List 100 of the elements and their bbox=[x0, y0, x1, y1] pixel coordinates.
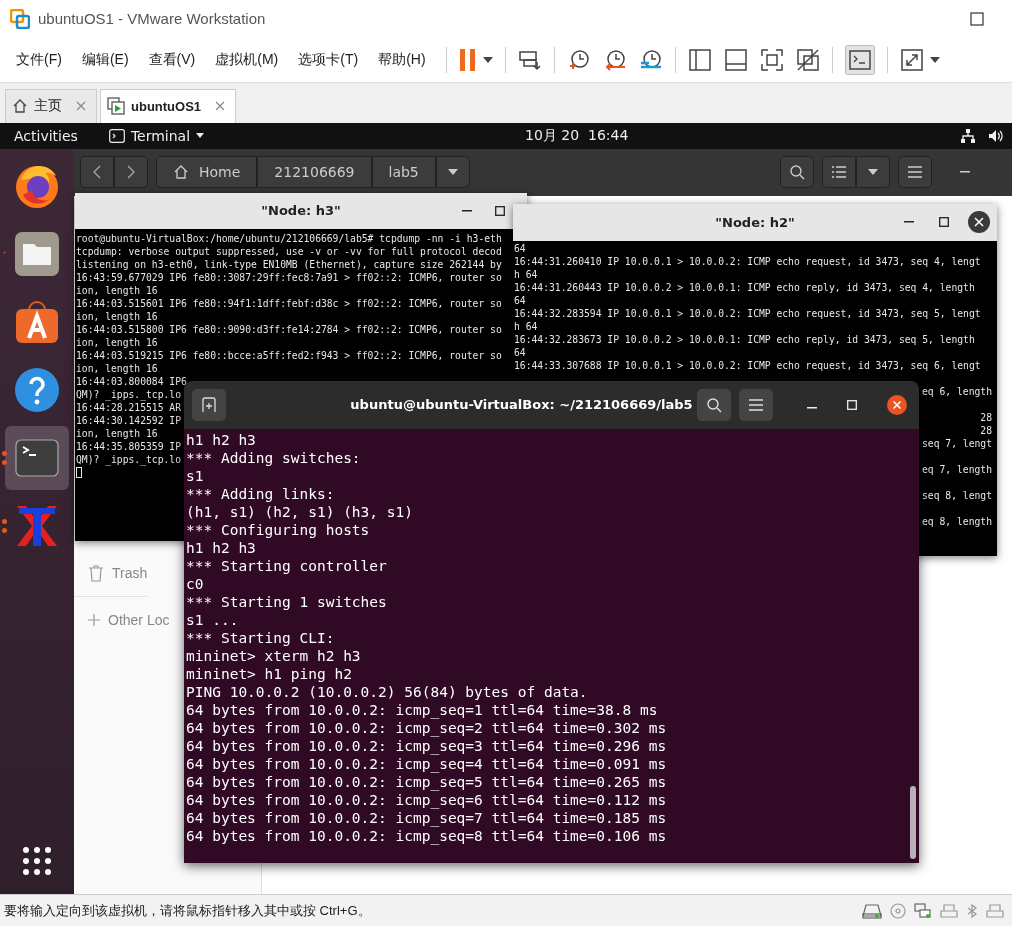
terminal-line: 64 bytes from 10.0.0.2: icmp_seq=3 ttl=64 time=0.296 ms bbox=[186, 737, 667, 755]
terminal-line: eq 6, length bbox=[922, 384, 992, 398]
forward-button[interactable] bbox=[114, 156, 148, 189]
trash-icon bbox=[88, 563, 104, 582]
thumbnail-view-icon[interactable] bbox=[723, 47, 748, 72]
home-icon bbox=[12, 98, 28, 115]
terminal-line: 16:44:33.307688 IP 10.0.0.1 > 10.0.0.2: ICMP echo request, id 3473, seq 6, lengt bbox=[514, 358, 981, 372]
menu-item[interactable]: 查看(V) bbox=[148, 50, 196, 69]
caret-icon bbox=[868, 169, 878, 176]
terminal-line: 64 bbox=[514, 241, 526, 255]
terminal-line: ion, length 16 bbox=[76, 426, 158, 440]
terminal-line: seq 8, lengt bbox=[922, 488, 992, 502]
close-icon[interactable] bbox=[887, 394, 907, 415]
terminal-line: h1 h2 h3 bbox=[186, 430, 256, 449]
terminal-line: 28 bbox=[980, 410, 992, 424]
fullscreen-icon[interactable] bbox=[759, 47, 784, 72]
activities-button[interactable]: Activities bbox=[14, 127, 78, 144]
vm-icon bbox=[107, 97, 125, 116]
help-icon[interactable] bbox=[13, 365, 61, 414]
terminal-line: *** Configuring hosts bbox=[186, 520, 370, 539]
terminal-line: s1 bbox=[186, 466, 204, 485]
menu-icon bbox=[748, 398, 764, 411]
back-button[interactable] bbox=[80, 156, 114, 189]
new-tab-icon bbox=[201, 396, 217, 413]
sidebar-view-icon[interactable] bbox=[687, 47, 712, 72]
terminal-line: listening on h3-eth0, link-type EN10MB (Ethernet), capture size 262144 by bbox=[76, 257, 502, 271]
terminal-line: s1 ... bbox=[186, 610, 239, 629]
caret-icon[interactable] bbox=[929, 56, 940, 63]
terminal-line: ion, length 16 bbox=[76, 283, 158, 297]
terminal-line: 64 bbox=[514, 345, 526, 359]
path-button[interactable]: Home bbox=[156, 156, 258, 189]
terminal-line: 16:44:35.805359 IP bbox=[76, 439, 181, 453]
terminal-line: h 64 bbox=[514, 267, 538, 281]
clock[interactable]: 10月 20 16:44 bbox=[525, 126, 629, 145]
caret-icon[interactable] bbox=[482, 56, 493, 63]
tab[interactable]: ubuntuOS1 bbox=[100, 88, 237, 123]
menu-item[interactable]: 文件(F) bbox=[16, 50, 62, 69]
terminal-line: 16:44:03.515800 IP6 fe80::9090:d3ff:fe14:2784 > ff02::2: ICMP6, router so bbox=[76, 322, 502, 336]
terminal-line: 64 bytes from 10.0.0.2: icmp_seq=4 ttl=64 time=0.091 ms bbox=[186, 755, 667, 773]
sidebar-item[interactable]: Other Loc bbox=[74, 596, 170, 643]
console-view-icon[interactable] bbox=[844, 44, 875, 75]
network-icon[interactable] bbox=[960, 127, 976, 144]
menu-item[interactable]: 帮助(H) bbox=[378, 50, 426, 69]
terminal-line: 64 bytes from 10.0.0.2: icmp_seq=6 ttl=64 time=0.112 ms bbox=[186, 791, 667, 809]
path-button[interactable]: 212106669 bbox=[257, 156, 372, 189]
unity-off-icon[interactable] bbox=[795, 47, 820, 72]
terminal-line: *** Starting controller bbox=[186, 556, 387, 575]
minimize-icon[interactable] bbox=[462, 209, 472, 212]
maximize-icon[interactable] bbox=[495, 205, 505, 216]
minimize-icon[interactable] bbox=[960, 171, 970, 174]
folder-icon[interactable] bbox=[13, 229, 61, 278]
search-button[interactable] bbox=[780, 156, 814, 189]
menu-button[interactable] bbox=[898, 156, 932, 189]
pause-icon[interactable] bbox=[458, 47, 477, 72]
terminal-line: 16:44:32.283594 IP 10.0.0.1 > 10.0.0.2: ICMP echo request, id 3473, seq 5, lengt bbox=[514, 306, 981, 320]
menu-icon bbox=[907, 166, 923, 179]
terminal-line: 64 bytes from 10.0.0.2: icmp_seq=7 ttl=64 time=0.185 ms bbox=[186, 809, 667, 827]
app-menu[interactable]: Terminal bbox=[108, 127, 205, 144]
running-indicator bbox=[2, 518, 7, 533]
terminal-line: *** Adding links: bbox=[186, 484, 335, 503]
terminal-line: h1 h2 h3 bbox=[186, 538, 256, 557]
tab[interactable]: 主页 bbox=[5, 88, 97, 123]
path-dropdown[interactable] bbox=[435, 156, 470, 189]
network-adapter-icon[interactable] bbox=[914, 902, 932, 919]
terminal-line: mininet> xterm h2 h3 bbox=[186, 646, 361, 665]
window-title: ubuntu@ubuntu-VirtualBox: ~/212106669/lab5 bbox=[350, 397, 693, 413]
menu-item[interactable]: 编辑(E) bbox=[81, 50, 129, 69]
new-tab-button[interactable] bbox=[192, 388, 226, 421]
terminal-line: 16:44:31.260410 IP 10.0.0.1 > 10.0.0.2: ICMP echo request, id 3473, seq 4, lengt bbox=[514, 254, 981, 268]
menu-item[interactable]: 选项卡(T) bbox=[298, 50, 359, 69]
search-button[interactable] bbox=[697, 388, 731, 421]
window-title: "Node: h2" bbox=[715, 214, 795, 230]
app-grid-icon[interactable] bbox=[22, 846, 52, 877]
minimize-icon[interactable] bbox=[904, 221, 914, 224]
terminal-line: (h1, s1) (h2, s1) (h3, s1) bbox=[186, 502, 413, 521]
terminal-line: 16:44:03.519215 IP6 fe80::bcce:a5ff:fed2:f943 > ff02::2: ICMP6, router so bbox=[76, 348, 502, 362]
status-message: 要将输入定向到该虚拟机，请将鼠标指针移入其中或按 Ctrl+G。 bbox=[4, 901, 371, 920]
scrollbar[interactable] bbox=[910, 785, 916, 859]
menu-item[interactable]: 虚拟机(M) bbox=[215, 50, 279, 69]
close-icon[interactable] bbox=[968, 211, 990, 234]
maximize-icon[interactable] bbox=[939, 217, 949, 228]
terminal-line: ion, length 16 bbox=[76, 309, 158, 323]
terminal-line: QM)? _ipps._tcp.lo bbox=[76, 387, 181, 401]
search-icon bbox=[789, 164, 805, 181]
window-title: ubuntuOS1 - VMware Workstation bbox=[38, 10, 266, 28]
caret-icon bbox=[447, 169, 458, 176]
stretch-icon[interactable] bbox=[899, 47, 924, 72]
sidebar-item[interactable]: Trash bbox=[74, 549, 148, 596]
menu-button[interactable] bbox=[739, 388, 773, 421]
terminal-line: 16:44:03.800084 IP6 bbox=[76, 374, 187, 388]
list-view-button[interactable] bbox=[822, 156, 856, 189]
minimize-icon[interactable] bbox=[807, 406, 817, 409]
plus-icon bbox=[88, 613, 100, 626]
path-button[interactable]: lab5 bbox=[371, 156, 436, 189]
terminal-line: *** Starting CLI: bbox=[186, 628, 335, 647]
terminal-line: PING 10.0.0.2 (10.0.0.2) 56(84) bytes of data. bbox=[186, 682, 588, 701]
terminal-line: mininet> h1 ping h2 bbox=[186, 664, 352, 683]
search-icon bbox=[706, 396, 722, 413]
view-dropdown[interactable] bbox=[856, 156, 890, 189]
terminal-line: eq 7, length bbox=[922, 462, 992, 476]
